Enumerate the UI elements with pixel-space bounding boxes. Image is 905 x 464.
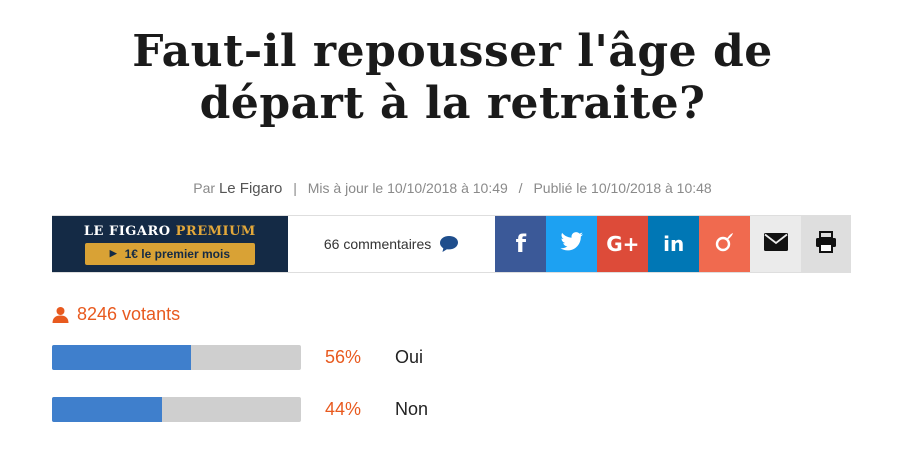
premium-brand: LE FIGARO PREMIUM [83, 223, 256, 239]
share-twitter-button[interactable] [546, 216, 598, 272]
share-email-button[interactable] [750, 216, 802, 272]
author-link[interactable]: Le Figaro [219, 180, 282, 197]
chevron-right-icon: ▶ [109, 248, 117, 258]
google-plus-icon: G+ [606, 232, 640, 256]
comments-link[interactable]: 66 commentaires [287, 216, 496, 272]
poll-option-row[interactable]: 44% Non [52, 396, 428, 422]
article-toolbar: LE FIGARO PREMIUM ▶ 1€ le premier mois 6… [52, 215, 851, 273]
voters-count: 8246 votants [52, 304, 180, 325]
byline-prefix: Par [193, 180, 216, 196]
poll-percentage: 56% [325, 346, 362, 367]
share-facebook-button[interactable]: f [495, 216, 547, 272]
voters-label: 8246 votants [77, 304, 181, 324]
meta-divider: | [293, 180, 297, 196]
comments-count: 66 commentaires [323, 236, 432, 252]
updated-date: Mis à jour le 10/10/2018 à 10:49 [307, 180, 508, 196]
premium-banner[interactable]: LE FIGARO PREMIUM ▶ 1€ le premier mois [52, 216, 288, 272]
poll-bar-track [52, 396, 301, 422]
poll-answer-label: Oui [395, 346, 424, 367]
poll-percentage: 44% [325, 398, 362, 419]
share-viadeo-button[interactable] [699, 216, 751, 272]
share-linkedin-button[interactable]: in [648, 216, 700, 272]
facebook-icon: f [515, 230, 527, 258]
poll-bar-track [52, 344, 301, 370]
meta-separator: / [518, 180, 523, 196]
twitter-icon [560, 231, 584, 257]
poll-answer-label: Non [395, 398, 429, 419]
published-date: Publié le 10/10/2018 à 10:48 [533, 180, 712, 196]
user-icon [52, 307, 69, 323]
poll-bar-fill [52, 396, 162, 422]
mail-icon [763, 232, 788, 256]
page-title-line-1: Faut-il repousser l'âge de [132, 26, 773, 77]
viadeo-icon [714, 231, 736, 258]
premium-offer-label: 1€ le premier mois [124, 246, 230, 261]
poll-option-row[interactable]: 56% Oui [52, 344, 423, 370]
comment-bubble-icon [439, 235, 459, 253]
print-button[interactable] [801, 216, 851, 272]
page-title-line-2: départ à la retraite? [199, 78, 706, 129]
premium-offer-button[interactable]: ▶ 1€ le premier mois [84, 242, 255, 265]
linkedin-icon: in [663, 232, 685, 256]
poll-bar-fill [52, 344, 192, 370]
article-meta: Par Le Figaro | Mis à jour le 10/10/2018… [0, 180, 905, 197]
print-icon [815, 230, 837, 258]
share-google-plus-button[interactable]: G+ [597, 216, 649, 272]
page-title: Faut-il repousser l'âge de départ à la r… [0, 26, 905, 130]
